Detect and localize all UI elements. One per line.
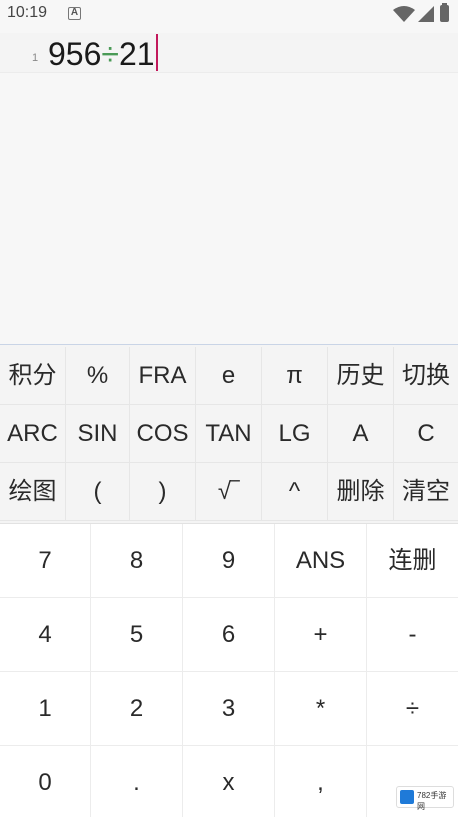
wifi-icon [393, 6, 415, 22]
digit-0-key[interactable]: 0 [0, 746, 91, 817]
open-paren-key[interactable]: ( [66, 463, 130, 521]
function-row-2: ARC SIN COS TAN LG A C [0, 405, 458, 463]
watermark: 782手游网 [396, 786, 454, 811]
text-cursor [155, 34, 158, 71]
variable-x-key[interactable]: x [183, 746, 275, 817]
percent-key[interactable]: % [66, 347, 130, 405]
battery-icon [440, 3, 449, 22]
expression-text[interactable]: 956÷21 [48, 34, 158, 73]
digit-9-key[interactable]: 9 [183, 524, 275, 598]
digit-7-key[interactable]: 7 [0, 524, 91, 598]
function-row-3: 绘图 ( ) √‾ ^ 删除 清空 [0, 463, 458, 521]
line-number: 1 [32, 52, 39, 64]
watermark-text: 782手游网 [417, 791, 447, 811]
expression-operand-1: 956 [48, 36, 102, 72]
sin-key[interactable]: SIN [66, 405, 130, 463]
e-key[interactable]: e [196, 347, 262, 405]
delete-key[interactable]: 删除 [328, 463, 394, 521]
watermark-logo-icon [400, 790, 414, 804]
digit-4-key[interactable]: 4 [0, 598, 91, 672]
comma-key[interactable]: , [275, 746, 367, 817]
arc-key[interactable]: ARC [0, 405, 66, 463]
expression-operand-2: 21 [118, 36, 155, 72]
notification-a-icon: A [68, 7, 81, 20]
graph-key[interactable]: 绘图 [0, 463, 66, 521]
pi-key[interactable]: π [262, 347, 328, 405]
continuous-delete-key[interactable]: 连删 [367, 524, 458, 598]
function-row-1: 积分 % FRA e π 历史 切换 [0, 347, 458, 405]
ans-key[interactable]: ANS [275, 524, 367, 598]
expression-operator: ÷ [101, 36, 119, 72]
digit-8-key[interactable]: 8 [91, 524, 183, 598]
digit-3-key[interactable]: 3 [183, 672, 275, 746]
close-paren-key[interactable]: ) [130, 463, 196, 521]
status-time: 10:19 [7, 4, 48, 21]
multiply-key[interactable]: * [275, 672, 367, 746]
integral-key[interactable]: 积分 [0, 347, 66, 405]
expression-line[interactable]: 1 956÷21 [0, 33, 458, 73]
function-keypad: 积分 % FRA e π 历史 切换 ARC SIN COS TAN LG A … [0, 344, 458, 523]
plus-key[interactable]: + [275, 598, 367, 672]
divide-key[interactable]: ÷ [367, 672, 458, 746]
signal-icon [418, 6, 434, 22]
decimal-point-key[interactable]: . [91, 746, 183, 817]
history-key[interactable]: 历史 [328, 347, 394, 405]
digit-1-key[interactable]: 1 [0, 672, 91, 746]
number-keypad: 7 8 9 ANS 连删 4 5 6 + - 1 2 3 * ÷ 0 . x , [0, 523, 458, 817]
digit-5-key[interactable]: 5 [91, 598, 183, 672]
lg-key[interactable]: LG [262, 405, 328, 463]
digit-2-key[interactable]: 2 [91, 672, 183, 746]
expression-display[interactable]: 1 956÷21 [0, 30, 458, 344]
a-key[interactable]: A [328, 405, 394, 463]
minus-key[interactable]: - [367, 598, 458, 672]
sqrt-key[interactable]: √‾ [196, 463, 262, 521]
status-bar: 10:19 A [0, 0, 458, 30]
fraction-key[interactable]: FRA [130, 347, 196, 405]
c-key[interactable]: C [394, 405, 458, 463]
cos-key[interactable]: COS [130, 405, 196, 463]
switch-key[interactable]: 切换 [394, 347, 458, 405]
clear-key[interactable]: 清空 [394, 463, 458, 521]
tan-key[interactable]: TAN [196, 405, 262, 463]
digit-6-key[interactable]: 6 [183, 598, 275, 672]
power-key[interactable]: ^ [262, 463, 328, 521]
